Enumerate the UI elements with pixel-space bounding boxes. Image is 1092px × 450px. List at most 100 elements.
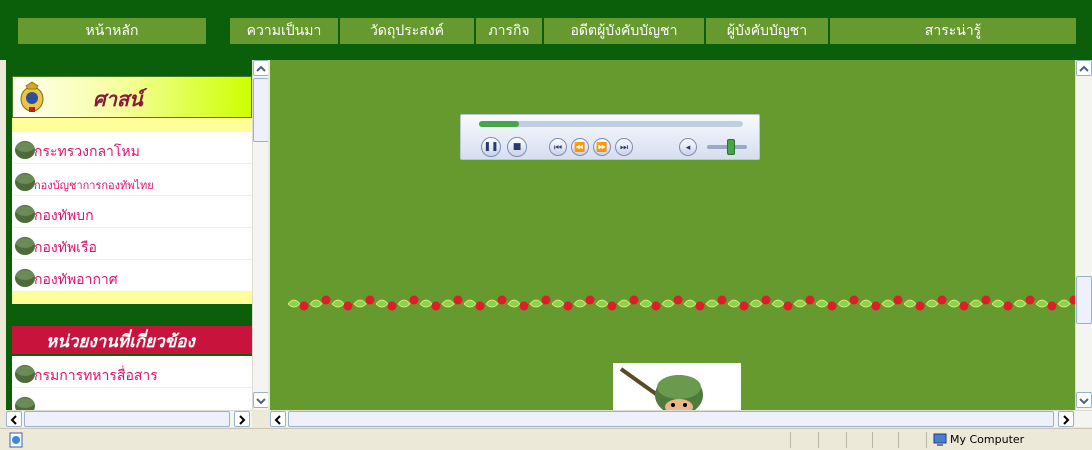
- next-button[interactable]: ⏭: [615, 138, 633, 156]
- nav-objectives[interactable]: วัดถุประสงค์: [340, 18, 474, 44]
- garland-flower: [519, 301, 529, 311]
- garland-flower: [321, 295, 331, 305]
- garland-flower: [761, 295, 771, 305]
- emblem-icon: [20, 81, 44, 112]
- mute-button[interactable]: ◂: [679, 138, 697, 156]
- garland-flower: [563, 301, 573, 311]
- main-vertical-scrollbar[interactable]: [1075, 60, 1092, 410]
- garland-flower: [1003, 301, 1013, 311]
- stop-button[interactable]: ■: [507, 137, 527, 157]
- scroll-down-button[interactable]: [1076, 392, 1092, 408]
- soldier-helmet-icon: [15, 173, 35, 191]
- fast-forward-button[interactable]: ⏩: [593, 138, 611, 156]
- link-label: กองทัพอากาศ: [34, 272, 118, 288]
- scroll-thumb[interactable]: [253, 78, 268, 142]
- scroll-thumb[interactable]: [24, 411, 230, 427]
- arrow-right-icon: [1063, 415, 1070, 425]
- play-pause-button[interactable]: ❚❚: [481, 137, 501, 157]
- garland-flower: [739, 301, 749, 311]
- link-label: กองทัพเรือ: [34, 240, 97, 256]
- scroll-right-button[interactable]: [1058, 411, 1074, 427]
- link-signal-department[interactable]: กรมการทหารสื่อสาร: [12, 356, 252, 388]
- soldier-helmet-icon: [15, 141, 35, 159]
- link-label: กระทรวงกลาโหม: [34, 144, 140, 160]
- scroll-thumb[interactable]: [288, 411, 1054, 427]
- garland-flower: [673, 295, 683, 305]
- garland-leaf: [287, 299, 301, 308]
- garland-leaf: [661, 299, 675, 308]
- link-royal-thai-air-force[interactable]: กองทัพอากาศ: [12, 260, 252, 292]
- nav-former-commanders[interactable]: อดีตผู้บังคับบัญชา: [544, 18, 704, 44]
- top-navigation: หน้าหลัก ความเป็นมา วัดถุประสงค์ ภารกิจ …: [0, 0, 1092, 60]
- garland-leaf: [881, 299, 895, 308]
- garland-flower: [805, 295, 815, 305]
- main-horizontal-scrollbar[interactable]: [270, 410, 1092, 427]
- seek-bar[interactable]: [479, 121, 743, 127]
- stop-icon: ■: [512, 142, 522, 152]
- garland-flower: [431, 301, 441, 311]
- link-label: กรมการทหารสื่อสาร: [34, 368, 158, 384]
- rewind-icon: ⏪: [574, 143, 586, 153]
- scroll-up-button[interactable]: [1076, 60, 1092, 76]
- left-vertical-scrollbar[interactable]: [252, 60, 268, 410]
- arrow-right-icon: [239, 415, 246, 425]
- rewind-button[interactable]: ⏪: [571, 138, 589, 156]
- main-frame: ❚❚ ■ ⏮ ⏪ ⏩ ⏭ ◂: [270, 60, 1092, 410]
- nav-history[interactable]: ความเป็นมา: [230, 18, 338, 44]
- scroll-down-button[interactable]: [253, 392, 268, 408]
- arrow-left-icon: [274, 415, 281, 425]
- garland-leaf: [397, 299, 411, 308]
- garland-leaf: [947, 299, 961, 308]
- arrow-up-icon: [256, 65, 266, 72]
- garland-leaf: [507, 299, 521, 308]
- scroll-left-button[interactable]: [270, 411, 286, 427]
- garland-flower: [541, 295, 551, 305]
- link-related-agency[interactable]: [12, 388, 252, 410]
- garland-flower: [409, 295, 419, 305]
- volume-slider[interactable]: [707, 139, 747, 155]
- my-computer-icon: [933, 433, 947, 446]
- garland-leaf: [441, 299, 455, 308]
- volume-knob[interactable]: [727, 139, 735, 155]
- link-label: กองทัพบก: [34, 208, 94, 224]
- garland-leaf: [419, 299, 433, 308]
- left-horizontal-scrollbar[interactable]: [6, 410, 252, 427]
- previous-button[interactable]: ⏮: [549, 138, 567, 156]
- soldier-cartoon-icon: [619, 367, 703, 410]
- garland-leaf: [749, 299, 763, 308]
- garland-flower: [959, 301, 969, 311]
- garland-flower: [783, 301, 793, 311]
- scroll-left-button[interactable]: [6, 411, 22, 427]
- nav-knowledge[interactable]: สาระน่ารู้: [830, 18, 1076, 44]
- link-royal-thai-army[interactable]: กองทัพบก: [12, 196, 252, 228]
- garland-flower: [475, 301, 485, 311]
- garland-flower: [937, 295, 947, 305]
- status-bar: My Computer: [0, 428, 1092, 450]
- speaker-icon: ◂: [685, 143, 691, 153]
- link-royal-thai-armed-forces-hq[interactable]: กองบัญชาการกองทัพไทย: [12, 164, 252, 196]
- garland-flower: [629, 295, 639, 305]
- soldier-helmet-icon: [15, 205, 35, 223]
- garland-flower: [1047, 301, 1057, 311]
- garland-flower: [365, 295, 375, 305]
- nav-commanders[interactable]: ผู้บังคับบัญชา: [706, 18, 828, 44]
- link-royal-thai-navy[interactable]: กองทัพเรือ: [12, 228, 252, 260]
- nav-mission[interactable]: ภารกิจ: [476, 18, 542, 44]
- garland-leaf: [1013, 299, 1027, 308]
- garland-leaf: [353, 299, 367, 308]
- scroll-right-button[interactable]: [234, 411, 250, 427]
- garland-leaf: [991, 299, 1005, 308]
- scroll-up-button[interactable]: [253, 60, 268, 76]
- flower-garland-divider: [287, 295, 1077, 311]
- nav-home[interactable]: หน้าหลัก: [18, 18, 206, 44]
- scroll-thumb[interactable]: [1076, 276, 1092, 324]
- garland-flower: [893, 295, 903, 305]
- garland-leaf: [727, 299, 741, 308]
- soldier-helmet-icon: [15, 237, 35, 255]
- garland-leaf: [771, 299, 785, 308]
- garland-leaf: [463, 299, 477, 308]
- section-strip: [12, 292, 252, 304]
- media-player[interactable]: ❚❚ ■ ⏮ ⏪ ⏩ ⏭ ◂: [460, 114, 760, 160]
- arrow-up-icon: [1079, 65, 1089, 72]
- link-ministry-of-defence[interactable]: กระทรวงกลาโหม: [12, 132, 252, 164]
